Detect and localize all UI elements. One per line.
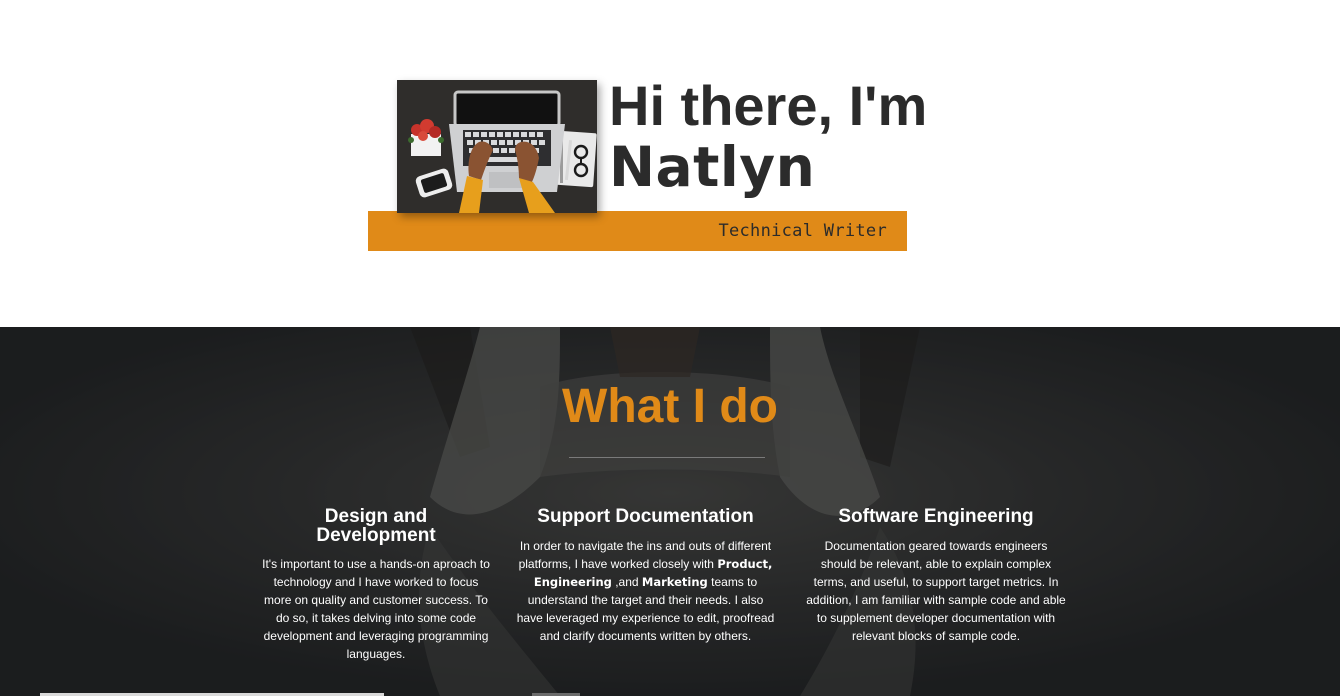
services-title: What I do	[562, 380, 778, 433]
hero-section: Technical Writer Hi there, I'm Natlyn	[0, 0, 1340, 327]
service-card-software-engineering: Software Engineering Documentation geare…	[806, 507, 1066, 645]
service-card-description: In order to navigate the ins and outs of…	[515, 537, 776, 645]
role-banner: Technical Writer	[368, 211, 907, 251]
service-card-title: Software Engineering	[838, 506, 1034, 527]
description-text: ,and	[611, 575, 642, 589]
role-text: Technical Writer	[718, 221, 887, 241]
service-card-support-documentation: Support Documentation In order to naviga…	[515, 507, 776, 645]
hero-greeting: Hi there, I'm	[609, 74, 928, 137]
services-section: What I do Design and Development It's im…	[0, 327, 1340, 696]
service-card-title: Design and Development	[316, 506, 436, 546]
highlight-marketing: Marketing	[641, 575, 708, 589]
service-card-title: Support Documentation	[537, 506, 754, 527]
title-divider	[569, 457, 765, 458]
service-card-description: Documentation geared towards engineers s…	[806, 539, 1066, 643]
hero-name: Natlyn	[609, 135, 816, 199]
service-card-design-development: Design and Development It's important to…	[262, 507, 490, 663]
service-card-description: It's important to use a hands-on aproach…	[262, 557, 490, 661]
laptop-workspace-photo	[397, 80, 597, 213]
